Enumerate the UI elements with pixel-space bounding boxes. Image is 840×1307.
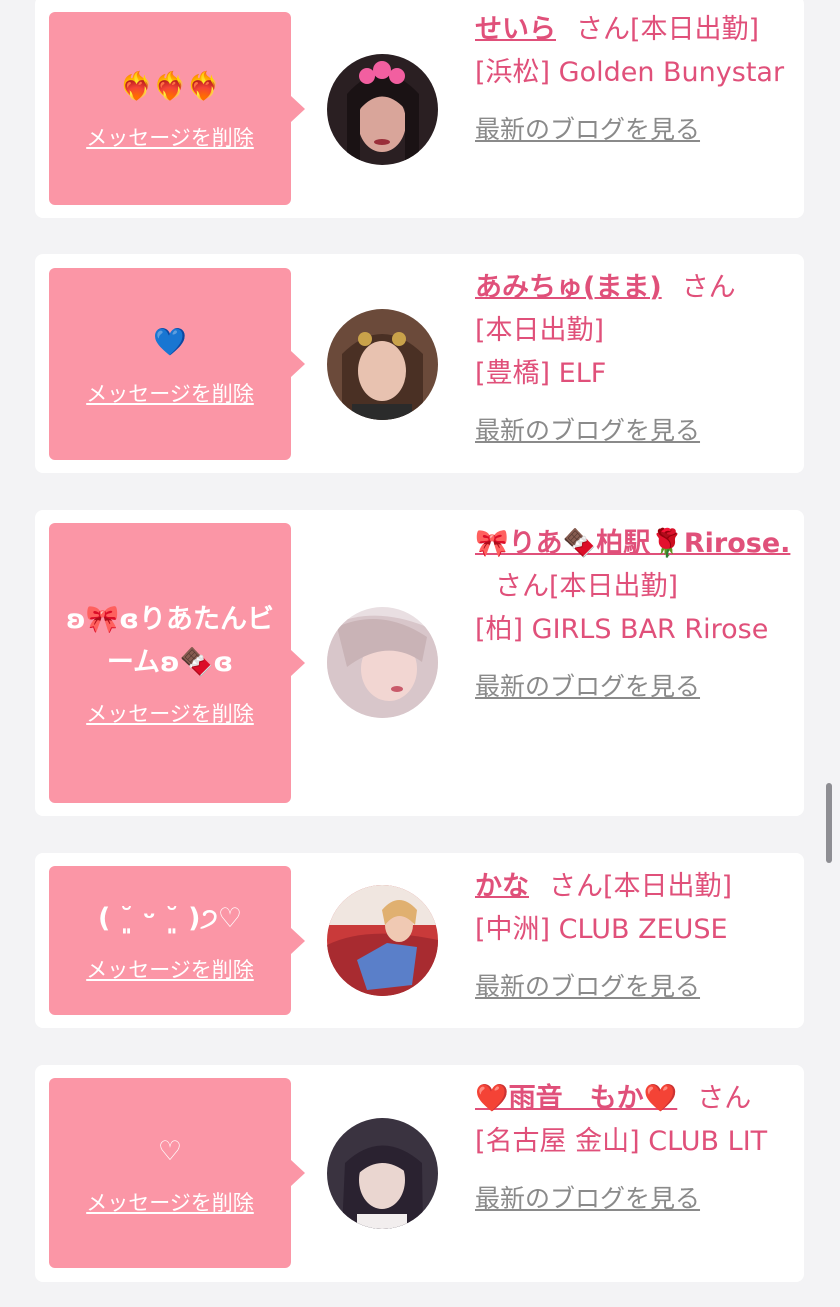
delete-message-link[interactable]: メッセージを削除 — [86, 122, 254, 152]
message-bubble: ( ˘͈ ᵕ ˘͈ )੭♡ メッセージを削除 — [49, 866, 305, 1015]
attendance-status: [本日出勤] — [475, 315, 605, 346]
message-card: ❤️‍🔥❤️‍🔥❤️‍🔥 メッセージを削除 せいら さん[本日出勤] [浜松] G… — [35, 0, 804, 218]
attendance-status: [本日出勤] — [549, 571, 679, 602]
honorific: さん — [576, 14, 630, 45]
message-text: 💙 — [153, 326, 187, 358]
shop-name: [中洲] CLUB ZEUSE — [475, 914, 728, 945]
attendance-status: [本日出勤] — [630, 14, 760, 45]
latest-blog-link[interactable]: 最新のブログを見る — [475, 409, 700, 452]
honorific: さん — [681, 272, 736, 303]
sender-name-link[interactable]: せいら — [475, 14, 556, 45]
avatar[interactable] — [327, 309, 438, 420]
shop-name: [豊橋] ELF — [475, 358, 607, 389]
sender-name-link[interactable]: あみちゅ(まま) — [475, 272, 662, 303]
attendance-status: [本日出勤] — [603, 871, 733, 902]
sender-name-link[interactable]: ❤️雨音 もか❤️ — [475, 1083, 677, 1114]
message-card: ♡ メッセージを削除 ❤️雨音 もか❤️ さん [名古屋 金山] CLUB LIT… — [35, 1065, 804, 1282]
delete-message-link[interactable]: メッセージを削除 — [86, 378, 254, 408]
message-text: ʚ🎀ɞりあたんビームʚ🍫ɞ — [65, 604, 275, 678]
delete-message-link[interactable]: メッセージを削除 — [86, 1187, 254, 1217]
message-card: ʚ🎀ɞりあたんビームʚ🍫ɞ メッセージを削除 🎀りあ🍫柏駅🌹Rirose.さん[… — [35, 510, 804, 816]
sender-info: せいら さん[本日出勤] [浜松] Golden Bunystar 最新のブログを… — [475, 8, 793, 151]
scrollbar[interactable] — [826, 783, 832, 863]
avatar[interactable] — [327, 607, 438, 718]
honorific: さん — [495, 571, 549, 602]
shop-name: [浜松] Golden Bunystar — [475, 57, 785, 88]
avatar-photo-icon — [327, 54, 438, 165]
shop-name: [柏] GIRLS BAR Rirose — [475, 614, 769, 645]
shop-name: [名古屋 金山] CLUB LIT — [475, 1126, 768, 1157]
latest-blog-link[interactable]: 最新のブログを見る — [475, 665, 700, 708]
avatar[interactable] — [327, 54, 438, 165]
message-text: ( ˘͈ ᵕ ˘͈ )੭♡ — [97, 903, 243, 934]
sender-info: 🎀りあ🍫柏駅🌹Rirose. さん[本日出勤] [柏] GIRLS BAR Rir… — [475, 522, 793, 708]
avatar-photo-icon — [327, 607, 438, 718]
avatar[interactable] — [327, 885, 438, 996]
message-text: ❤️‍🔥❤️‍🔥❤️‍🔥 — [119, 71, 221, 102]
avatar-photo-icon — [327, 1118, 438, 1229]
latest-blog-link[interactable]: 最新のブログを見る — [475, 108, 700, 151]
honorific: さん — [697, 1083, 752, 1114]
delete-message-link[interactable]: メッセージを削除 — [86, 698, 254, 728]
sender-name-link[interactable]: 🎀りあ🍫柏駅🌹Rirose. — [475, 528, 790, 559]
sender-info: ❤️雨音 もか❤️ さん [名古屋 金山] CLUB LIT 最新のブログを見る — [475, 1077, 793, 1220]
message-list: ❤️‍🔥❤️‍🔥❤️‍🔥 メッセージを削除 せいら さん[本日出勤] [浜松] G… — [0, 0, 840, 1307]
sender-name-link[interactable]: かな — [475, 871, 529, 902]
honorific: さん — [549, 871, 603, 902]
latest-blog-link[interactable]: 最新のブログを見る — [475, 1177, 700, 1220]
avatar[interactable] — [327, 1118, 438, 1229]
latest-blog-link[interactable]: 最新のブログを見る — [475, 965, 700, 1008]
sender-info: かな さん[本日出勤] [中洲] CLUB ZEUSE 最新のブログを見る — [475, 865, 793, 1008]
avatar-photo-icon — [327, 309, 438, 420]
message-text: ♡ — [157, 1135, 183, 1167]
avatar-photo-icon — [327, 885, 438, 996]
message-bubble: ʚ🎀ɞりあたんビームʚ🍫ɞ メッセージを削除 — [49, 523, 305, 803]
message-bubble: 💙 メッセージを削除 — [49, 268, 305, 460]
message-bubble: ❤️‍🔥❤️‍🔥❤️‍🔥 メッセージを削除 — [49, 12, 305, 205]
sender-info: あみちゅ(まま) さん [本日出勤] [豊橋] ELF 最新のブログを見る — [475, 266, 793, 452]
message-bubble: ♡ メッセージを削除 — [49, 1078, 305, 1268]
delete-message-link[interactable]: メッセージを削除 — [86, 954, 254, 984]
message-card: ( ˘͈ ᵕ ˘͈ )੭♡ メッセージを削除 かな さん[本日出勤] [中洲] C… — [35, 853, 804, 1028]
message-card: 💙 メッセージを削除 あみちゅ(まま) さん [本日出勤] [豊橋] ELF 最新… — [35, 254, 804, 473]
